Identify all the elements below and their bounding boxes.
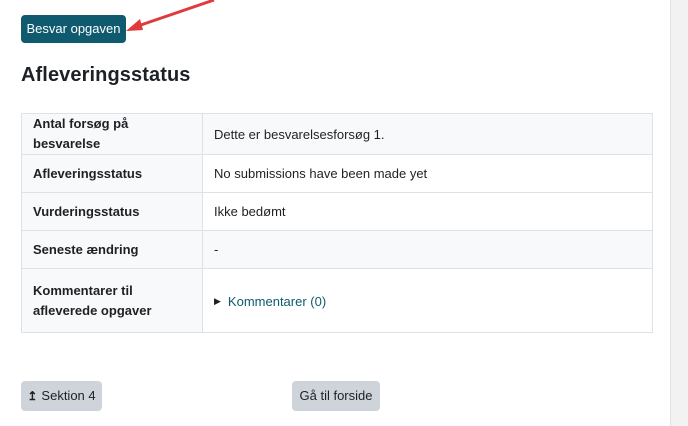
up-arrow-icon: ↥: [27, 389, 38, 403]
table-row: Vurderingsstatus Ikke bedømt: [21, 192, 653, 231]
section-title: Afleveringsstatus: [21, 64, 191, 86]
section-button-label: Sektion 4: [41, 388, 96, 403]
answer-assignment-button[interactable]: Besvar opgaven: [21, 15, 126, 43]
main-card: Besvar opgaven Afleveringsstatus Antal f…: [0, 0, 671, 426]
section-4-button[interactable]: ↥ Sektion 4: [21, 381, 102, 411]
row-value: No submissions have been made yet: [202, 154, 653, 193]
row-value: Dette er besvarelsesforsøg 1.: [202, 113, 653, 155]
comments-link-label: Kommentarer (0): [227, 294, 327, 309]
row-value: ▶ Kommentarer (0): [202, 268, 653, 333]
table-row: Afleveringsstatus No submissions have be…: [21, 154, 653, 193]
row-label: Vurderingsstatus: [21, 192, 203, 231]
row-label: Antal forsøg på besvarelse: [21, 113, 203, 155]
table-row: Seneste ændring -: [21, 230, 653, 269]
table-row: Antal forsøg på besvarelse Dette er besv…: [21, 113, 653, 155]
comments-toggle-link[interactable]: ▶ Kommentarer (0): [214, 294, 326, 309]
caret-right-icon: ▶: [214, 296, 221, 306]
submission-status-table: Antal forsøg på besvarelse Dette er besv…: [21, 113, 653, 333]
row-label: Kommentarer til afleverede opgaver: [21, 268, 203, 333]
table-row: Kommentarer til afleverede opgaver ▶ Kom…: [21, 268, 653, 333]
row-value: -: [202, 230, 653, 269]
row-label: Seneste ændring: [21, 230, 203, 269]
row-label: Afleveringsstatus: [21, 154, 203, 193]
go-to-frontpage-button[interactable]: Gå til forside: [292, 381, 380, 411]
row-value: Ikke bedømt: [202, 192, 653, 231]
